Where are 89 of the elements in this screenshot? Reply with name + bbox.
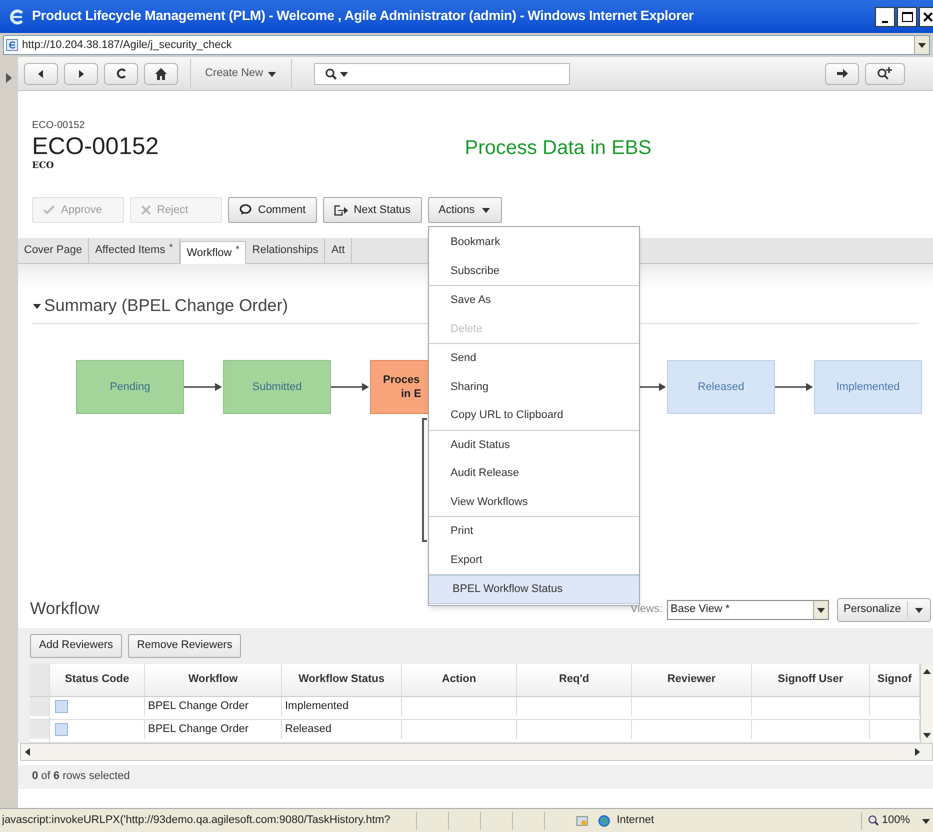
search-field[interactable] bbox=[314, 62, 570, 84]
workflow-heading: Workflow bbox=[30, 598, 100, 620]
forward-button[interactable] bbox=[64, 62, 98, 84]
flow-arrow bbox=[331, 382, 370, 392]
horizontal-scrollbar[interactable] bbox=[20, 742, 933, 760]
maximize-button[interactable] bbox=[897, 6, 917, 26]
column-header[interactable]: Req'd bbox=[517, 664, 632, 696]
object-id: ECO-00152 bbox=[32, 133, 159, 161]
address-text: http://10.204.38.187/Agile/j_security_check bbox=[22, 38, 232, 53]
caret-icon bbox=[480, 205, 491, 215]
zoom-icon bbox=[868, 815, 879, 826]
column-header[interactable]: Action bbox=[402, 664, 517, 696]
views-dropdown[interactable]: Base View * bbox=[666, 600, 829, 620]
caret-icon bbox=[917, 40, 927, 50]
menu-item[interactable]: BPEL Workflow Status bbox=[428, 575, 639, 604]
browser-logo-icon bbox=[8, 8, 26, 26]
table-cell: BPEL Change Order bbox=[145, 720, 282, 739]
menu-item[interactable]: Audit Status bbox=[428, 430, 639, 459]
actions-dropdown[interactable]: Actions bbox=[428, 197, 502, 223]
x-icon bbox=[141, 205, 151, 215]
workflow-node[interactable]: Released bbox=[667, 360, 775, 414]
search-icon bbox=[325, 68, 338, 80]
minimize-button[interactable] bbox=[875, 6, 895, 26]
column-header[interactable]: Status Code bbox=[50, 664, 145, 696]
address-dropdown[interactable] bbox=[914, 36, 929, 54]
security-icon bbox=[576, 814, 588, 828]
column-header[interactable]: Reviewer bbox=[632, 664, 752, 696]
tab[interactable]: Cover Page bbox=[18, 238, 90, 263]
right-arrow-icon bbox=[836, 69, 848, 78]
object-id-small: ECO-00152 bbox=[32, 119, 86, 133]
home-button[interactable] bbox=[144, 62, 178, 84]
menu-item[interactable]: Send bbox=[428, 344, 639, 372]
back-icon bbox=[36, 68, 46, 78]
refresh-icon bbox=[116, 68, 126, 79]
menu-item[interactable]: Subscribe bbox=[428, 256, 639, 285]
workflow-node[interactable]: Implemented bbox=[814, 360, 922, 414]
summary-heading[interactable]: Summary (BPEL Change Order) bbox=[32, 293, 288, 322]
create-new-dropdown[interactable]: Create New bbox=[197, 57, 286, 90]
tab[interactable]: Att bbox=[325, 238, 352, 263]
scroll-up-icon bbox=[922, 666, 932, 676]
menu-item[interactable]: View Workflows bbox=[428, 488, 639, 516]
menu-item[interactable]: Sharing bbox=[428, 372, 639, 401]
menu-item[interactable]: Print bbox=[428, 517, 639, 546]
zoom-control[interactable]: 100% bbox=[860, 812, 931, 830]
go-button[interactable] bbox=[825, 62, 859, 84]
toolbar-grip-icon bbox=[6, 73, 12, 83]
menu-item[interactable]: Copy URL to Clipboard bbox=[428, 401, 639, 430]
menu-item[interactable]: Save As bbox=[428, 286, 639, 314]
status-title: Process Data in EBS bbox=[464, 136, 652, 161]
table-cell: Implemented bbox=[282, 696, 402, 716]
advanced-search-button[interactable] bbox=[865, 62, 905, 84]
search-plus-icon bbox=[877, 67, 893, 80]
close-button[interactable] bbox=[919, 6, 933, 26]
menu-item[interactable]: Export bbox=[428, 546, 639, 574]
tab[interactable]: Relationships bbox=[246, 238, 326, 263]
scroll-left-icon bbox=[23, 746, 33, 756]
address-bar[interactable]: http://10.204.38.187/Agile/j_security_check bbox=[3, 35, 930, 55]
vertical-scrollbar[interactable] bbox=[920, 664, 933, 742]
column-header[interactable]: Workflow bbox=[145, 664, 282, 696]
column-header[interactable]: Workflow Status bbox=[282, 664, 402, 696]
menu-item[interactable]: Bookmark bbox=[428, 228, 639, 256]
scroll-right-icon bbox=[912, 746, 922, 756]
speech-bubble-icon bbox=[239, 204, 252, 216]
table-cell: BPEL Change Order bbox=[145, 696, 282, 716]
flow-arrow bbox=[184, 382, 223, 392]
table-cell: Released bbox=[282, 720, 402, 739]
action-button[interactable]: Next Status bbox=[322, 197, 422, 223]
table-action-button[interactable]: Add Reviewers bbox=[30, 634, 122, 658]
flow-arrow bbox=[775, 382, 814, 392]
tab[interactable]: Workflow * bbox=[180, 241, 246, 264]
close-icon bbox=[923, 12, 933, 22]
column-header[interactable]: Signoff User bbox=[752, 664, 870, 696]
table-action-button[interactable]: Remove Reviewers bbox=[128, 634, 242, 658]
forward-icon bbox=[76, 68, 86, 78]
check-icon bbox=[43, 204, 55, 216]
globe-icon bbox=[598, 814, 611, 828]
action-button[interactable]: Comment bbox=[228, 197, 317, 223]
object-type: ECO bbox=[32, 161, 55, 171]
refresh-button[interactable] bbox=[104, 62, 138, 84]
arrow-out-icon bbox=[334, 204, 348, 216]
home-icon bbox=[155, 68, 167, 80]
menu-item[interactable]: Audit Release bbox=[428, 459, 639, 488]
selection-count: 0 of 6 rows selected bbox=[32, 769, 130, 784]
page-icon bbox=[6, 39, 18, 51]
zone-text: Internet bbox=[616, 813, 656, 828]
window-title: Product Lifecycle Management (PLM) - Welcome , Agile Administrator (admin) - Windows Internet Explorer bbox=[32, 7, 694, 26]
personalize-button[interactable]: Personalize bbox=[836, 598, 931, 622]
back-button[interactable] bbox=[24, 62, 58, 84]
status-text: javascript:invokeURLPX('http://93demo.qa.agilesoft.com:9080/TaskHistory.htm? bbox=[2, 813, 392, 828]
